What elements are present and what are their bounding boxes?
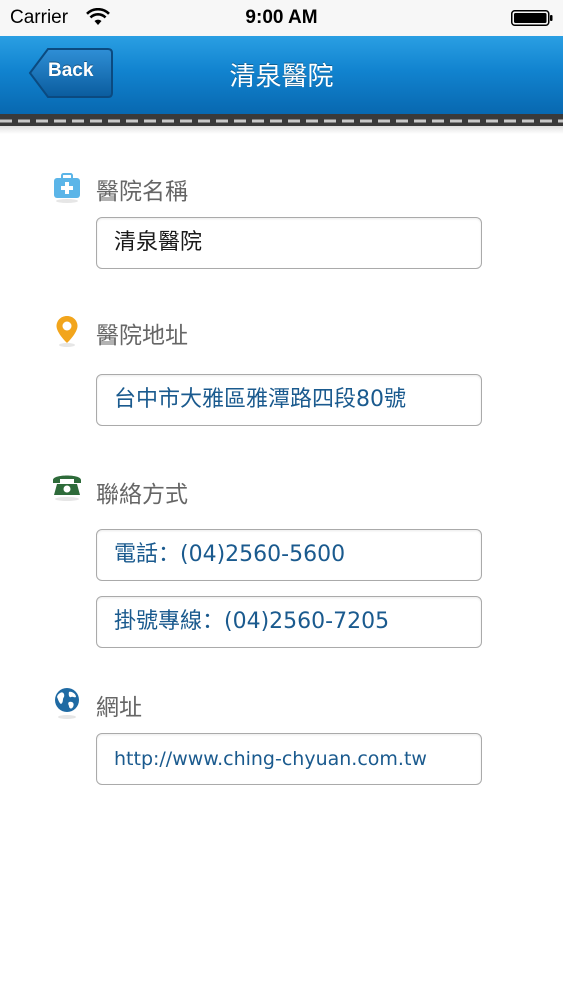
hospital-address-label: 醫院地址 xyxy=(96,323,188,349)
contact-label: 聯絡方式 xyxy=(96,482,188,508)
medical-kit-icon xyxy=(54,173,80,203)
website-field[interactable]: http://www.ching-chyuan.com.tw xyxy=(96,733,482,785)
navigation-bar: Back 清泉醫院 xyxy=(0,36,563,114)
map-pin-icon xyxy=(56,316,78,347)
registration-line-field[interactable]: 掛號專線：(04)2560-7205 xyxy=(96,596,482,648)
phone-field[interactable]: 電話：(04)2560-5600 xyxy=(96,529,482,581)
telephone-icon xyxy=(53,475,81,501)
hospital-name-field[interactable]: 清泉醫院 xyxy=(96,217,482,269)
hospital-address-field[interactable]: 台中市大雅區雅潭路四段80號 xyxy=(96,374,482,426)
page-title: 清泉醫院 xyxy=(229,62,334,92)
strip-shadow xyxy=(0,126,563,134)
battery-icon xyxy=(511,10,553,26)
website-label: 網址 xyxy=(96,695,142,721)
hospital-name-label: 醫院名稱 xyxy=(96,179,188,205)
globe-icon xyxy=(55,688,79,719)
status-bar: Carrier 9:00 AM xyxy=(0,0,563,36)
clock: 9:00 AM xyxy=(245,7,318,28)
decorative-stitch-strip xyxy=(0,114,563,126)
